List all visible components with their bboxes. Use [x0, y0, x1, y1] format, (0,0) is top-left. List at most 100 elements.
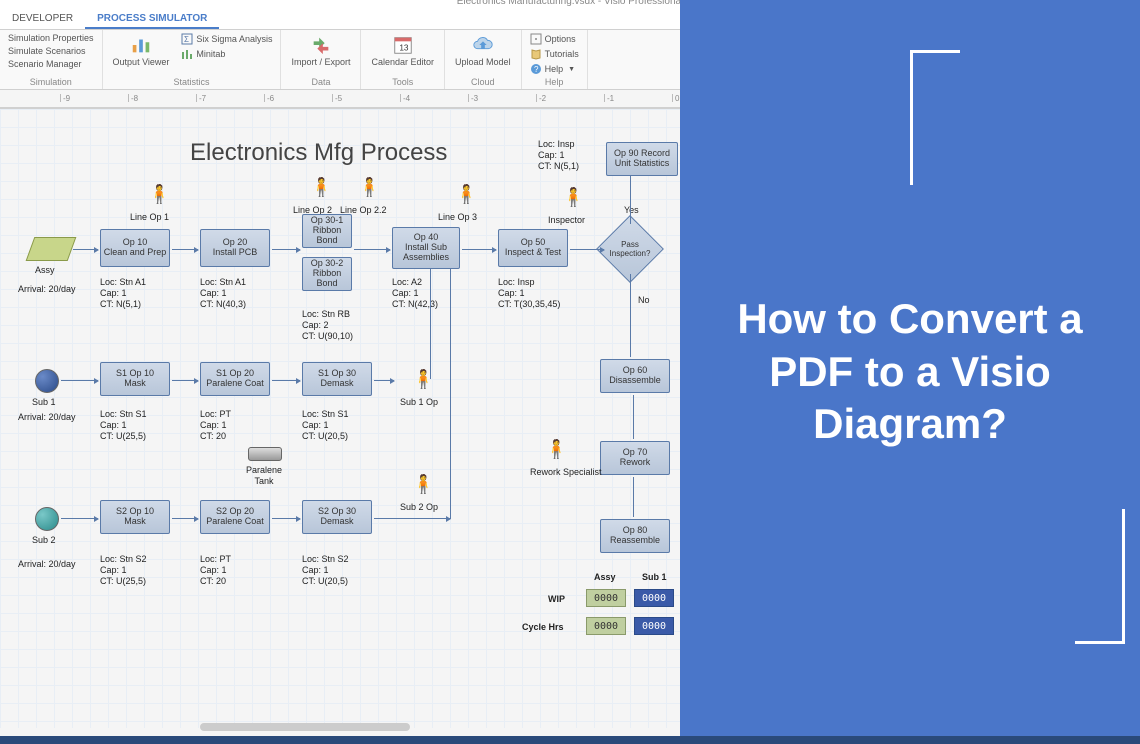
flow-arrow: [172, 249, 198, 250]
calendar-icon: 13: [392, 34, 414, 56]
help-button[interactable]: ?Help▼: [528, 62, 581, 76]
sub1-start-shape[interactable]: [35, 369, 59, 393]
flow-arrow: [450, 269, 451, 519]
line-op-3-label: Line Op 3: [438, 212, 477, 223]
overlay-headline: How to Convert a PDF to a Visio Diagram?: [680, 293, 1140, 451]
assy-arrival-label: Arrival: 20/day: [18, 284, 76, 295]
ruler-tick: -1: [604, 94, 614, 102]
s2-op10-info: Loc: Stn S2 Cap: 1 CT: U(25,5): [100, 554, 147, 586]
sub1-arrival-label: Arrival: 20/day: [18, 412, 76, 423]
op80-box[interactable]: Op 80 Reassemble: [600, 519, 670, 553]
op10-box[interactable]: Op 10 Clean and Prep: [100, 229, 170, 267]
assy-start-shape[interactable]: [26, 237, 77, 261]
person-icon[interactable]: 🧍: [358, 177, 380, 198]
s2-op30-info: Loc: Stn S2 Cap: 1 CT: U(20,5): [302, 554, 349, 586]
ribbon-group-data: Import / Export Data: [281, 30, 361, 89]
flow-arrow: [633, 477, 634, 517]
line-op-1-label: Line Op 1: [130, 212, 169, 223]
ruler-tick: -6: [264, 94, 274, 102]
tutorials-button[interactable]: Tutorials: [528, 47, 581, 61]
flow-arrow: [430, 269, 431, 379]
flow-arrow: [374, 380, 394, 381]
op90-box[interactable]: Op 90 Record Unit Statistics: [606, 142, 678, 176]
help-icon: ?: [530, 63, 542, 75]
six-sigma-button[interactable]: Σ Six Sigma Analysis: [179, 32, 274, 46]
no-label: No: [638, 295, 650, 306]
wip-assy-counter: 0000: [586, 589, 626, 607]
diagram-title: Electronics Mfg Process: [190, 139, 447, 167]
ruler-tick: -2: [536, 94, 546, 102]
op30-1-box[interactable]: Op 30-1 Ribbon Bond: [302, 214, 352, 248]
person-icon[interactable]: 🧍: [455, 184, 477, 205]
cloud-upload-icon: [472, 34, 494, 56]
person-icon[interactable]: 🧍: [148, 184, 170, 205]
minitab-button[interactable]: Minitab: [179, 47, 274, 61]
sub1-op-label: Sub 1 Op: [400, 397, 438, 408]
s2-op10-box[interactable]: S2 Op 10 Mask: [100, 500, 170, 534]
ruler-tick: -8: [128, 94, 138, 102]
group-label-cloud: Cloud: [451, 77, 515, 89]
chevron-down-icon: ▼: [568, 66, 575, 73]
person-icon[interactable]: 🧍: [562, 187, 584, 208]
s1-op10-box[interactable]: S1 Op 10 Mask: [100, 362, 170, 396]
op10-info: Loc: Stn A1 Cap: 1 CT: N(5,1): [100, 277, 146, 309]
person-icon[interactable]: 🧍: [310, 177, 332, 198]
flow-arrow: [172, 518, 198, 519]
rework-specialist-label: Rework Specialist: [530, 467, 602, 478]
svg-text:Σ: Σ: [184, 35, 189, 44]
s2-op30-box[interactable]: S2 Op 30 Demask: [302, 500, 372, 534]
sub2-label: Sub 2: [32, 535, 56, 546]
s1-op10-info: Loc: Stn S1 Cap: 1 CT: U(25,5): [100, 409, 147, 441]
sub2-start-shape[interactable]: [35, 507, 59, 531]
flow-arrow: [630, 274, 631, 357]
s1-op20-box[interactable]: S1 Op 20 Paralene Coat: [200, 362, 270, 396]
calendar-editor-button[interactable]: 13 Calendar Editor: [367, 32, 438, 77]
op20-box[interactable]: Op 20 Install PCB: [200, 229, 270, 267]
op50-box[interactable]: Op 50 Inspect & Test: [498, 229, 568, 267]
stats-wip-label: WIP: [548, 594, 565, 605]
op60-box[interactable]: Op 60 Disassemble: [600, 359, 670, 393]
flow-arrow: [272, 380, 300, 381]
op30-2-box[interactable]: Op 30-2 Ribbon Bond: [302, 257, 352, 291]
flow-arrow: [630, 176, 631, 224]
flow-arrow: [61, 380, 98, 381]
flow-arrow: [73, 249, 98, 250]
ruler-tick: 0: [672, 94, 679, 102]
person-icon[interactable]: 🧍: [545, 439, 567, 460]
output-viewer-label: Output Viewer: [113, 58, 170, 68]
tab-developer[interactable]: DEVELOPER: [0, 10, 85, 29]
flow-arrow: [374, 518, 450, 519]
flow-arrow: [462, 249, 496, 250]
wip-sub1-counter: 0000: [634, 589, 674, 607]
pass-inspection-decision[interactable]: Pass Inspection?: [606, 225, 654, 273]
simulate-scenarios-button[interactable]: Simulate Scenarios: [6, 45, 96, 57]
s1-op20-info: Loc: PT Cap: 1 CT: 20: [200, 409, 231, 441]
op30-info: Loc: Stn RB Cap: 2 CT: U(90,10): [302, 309, 353, 341]
ribbon-group-tools: 13 Calendar Editor Tools: [361, 30, 445, 89]
tab-process-simulator[interactable]: PROCESS SIMULATOR: [85, 10, 219, 29]
simulation-properties-button[interactable]: Simulation Properties: [6, 32, 96, 44]
s1-op30-info: Loc: Stn S1 Cap: 1 CT: U(20,5): [302, 409, 349, 441]
horizontal-scrollbar[interactable]: [200, 723, 410, 731]
person-icon[interactable]: 🧍: [412, 474, 434, 495]
options-button[interactable]: Options: [528, 32, 581, 46]
book-icon: [530, 48, 542, 60]
group-label-statistics: Statistics: [109, 77, 275, 89]
op40-box[interactable]: Op 40 Install Sub Assemblies: [392, 227, 460, 269]
import-export-button[interactable]: Import / Export: [287, 32, 354, 77]
person-icon[interactable]: 🧍: [412, 369, 434, 390]
scenario-manager-button[interactable]: Scenario Manager: [6, 58, 96, 70]
flow-arrow: [354, 249, 390, 250]
output-viewer-button[interactable]: Output Viewer: [109, 32, 174, 77]
ruler-tick: -9: [60, 94, 70, 102]
import-export-icon: [310, 34, 332, 56]
ribbon-group-simulation: Simulation Properties Simulate Scenarios…: [0, 30, 103, 89]
group-label-data: Data: [287, 77, 354, 89]
s2-op20-box[interactable]: S2 Op 20 Paralene Coat: [200, 500, 270, 534]
upload-model-button[interactable]: Upload Model: [451, 32, 515, 77]
paralene-tank-shape[interactable]: [248, 447, 282, 461]
s1-op30-box[interactable]: S1 Op 30 Demask: [302, 362, 372, 396]
op70-box[interactable]: Op 70 Rework: [600, 441, 670, 475]
yes-label: Yes: [624, 205, 639, 216]
stats-sub1-header: Sub 1: [642, 572, 667, 583]
